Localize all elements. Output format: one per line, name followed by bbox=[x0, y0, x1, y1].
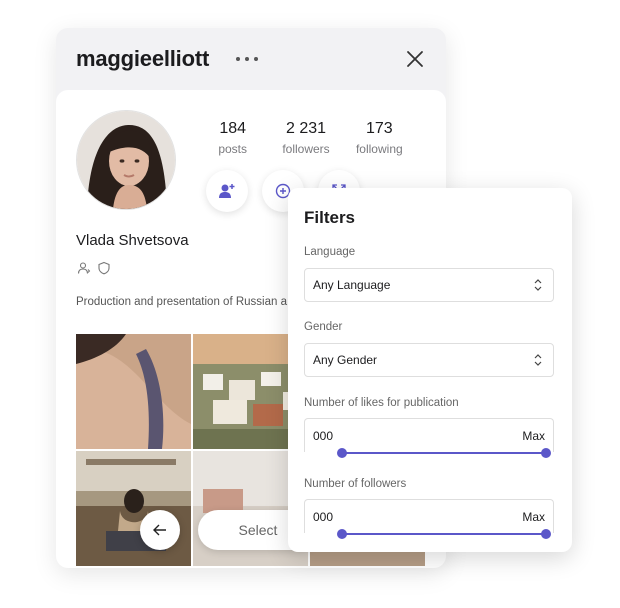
arrow-left-icon bbox=[153, 524, 166, 536]
followers-label: Number of followers bbox=[304, 478, 407, 490]
followers-slider-min-thumb[interactable] bbox=[337, 529, 347, 539]
likes-max-label[interactable]: Max bbox=[522, 429, 545, 443]
filters-title: Filters bbox=[304, 208, 356, 227]
gender-label: Gender bbox=[304, 321, 343, 333]
followers-max-label[interactable]: Max bbox=[522, 510, 545, 524]
gender-select[interactable]: Any Gender bbox=[304, 343, 554, 377]
likes-min-value[interactable]: 000 bbox=[313, 429, 333, 443]
full-name: Vlada Shvetsova bbox=[76, 232, 189, 249]
add-user-button[interactable] bbox=[206, 170, 248, 212]
profile-badges bbox=[76, 260, 112, 276]
more-options-icon[interactable] bbox=[236, 52, 258, 66]
photo-tile[interactable] bbox=[76, 334, 191, 449]
chevron-updown-icon bbox=[534, 354, 542, 366]
user-badge-icon bbox=[76, 260, 92, 276]
likes-slider-max-thumb[interactable] bbox=[541, 448, 551, 458]
stat-followers[interactable]: 2 231 followers bbox=[269, 120, 342, 156]
close-icon[interactable] bbox=[406, 50, 424, 68]
add-user-icon bbox=[219, 184, 235, 198]
gender-value: Any Gender bbox=[313, 353, 378, 367]
followers-range-input[interactable]: 000 Max bbox=[304, 499, 554, 533]
stat-posts[interactable]: 184 posts bbox=[196, 120, 269, 156]
likes-label: Number of likes for publication bbox=[304, 397, 459, 409]
photo-tile[interactable] bbox=[76, 451, 191, 566]
likes-slider-min-thumb[interactable] bbox=[337, 448, 347, 458]
stat-following[interactable]: 173 following bbox=[343, 120, 416, 156]
likes-range-input[interactable]: 000 Max bbox=[304, 418, 554, 452]
profile-stats: 184 posts 2 231 followers 173 following bbox=[196, 120, 416, 156]
back-button[interactable] bbox=[140, 510, 180, 550]
shield-icon bbox=[96, 260, 112, 276]
avatar bbox=[76, 110, 176, 210]
followers-slider-max-thumb[interactable] bbox=[541, 529, 551, 539]
username: maggieelliott bbox=[76, 46, 210, 71]
chevron-updown-icon bbox=[534, 279, 542, 291]
filters-panel: Filters Language Any Language Gender Any… bbox=[288, 188, 572, 552]
language-select[interactable]: Any Language bbox=[304, 268, 554, 302]
language-value: Any Language bbox=[313, 278, 391, 292]
followers-min-value[interactable]: 000 bbox=[313, 510, 333, 524]
followers-slider[interactable] bbox=[337, 529, 551, 539]
likes-slider[interactable] bbox=[337, 448, 551, 458]
language-label: Language bbox=[304, 246, 356, 258]
bio: Production and presentation of Russian a bbox=[76, 296, 287, 308]
profile-header: maggieelliott bbox=[56, 28, 446, 90]
